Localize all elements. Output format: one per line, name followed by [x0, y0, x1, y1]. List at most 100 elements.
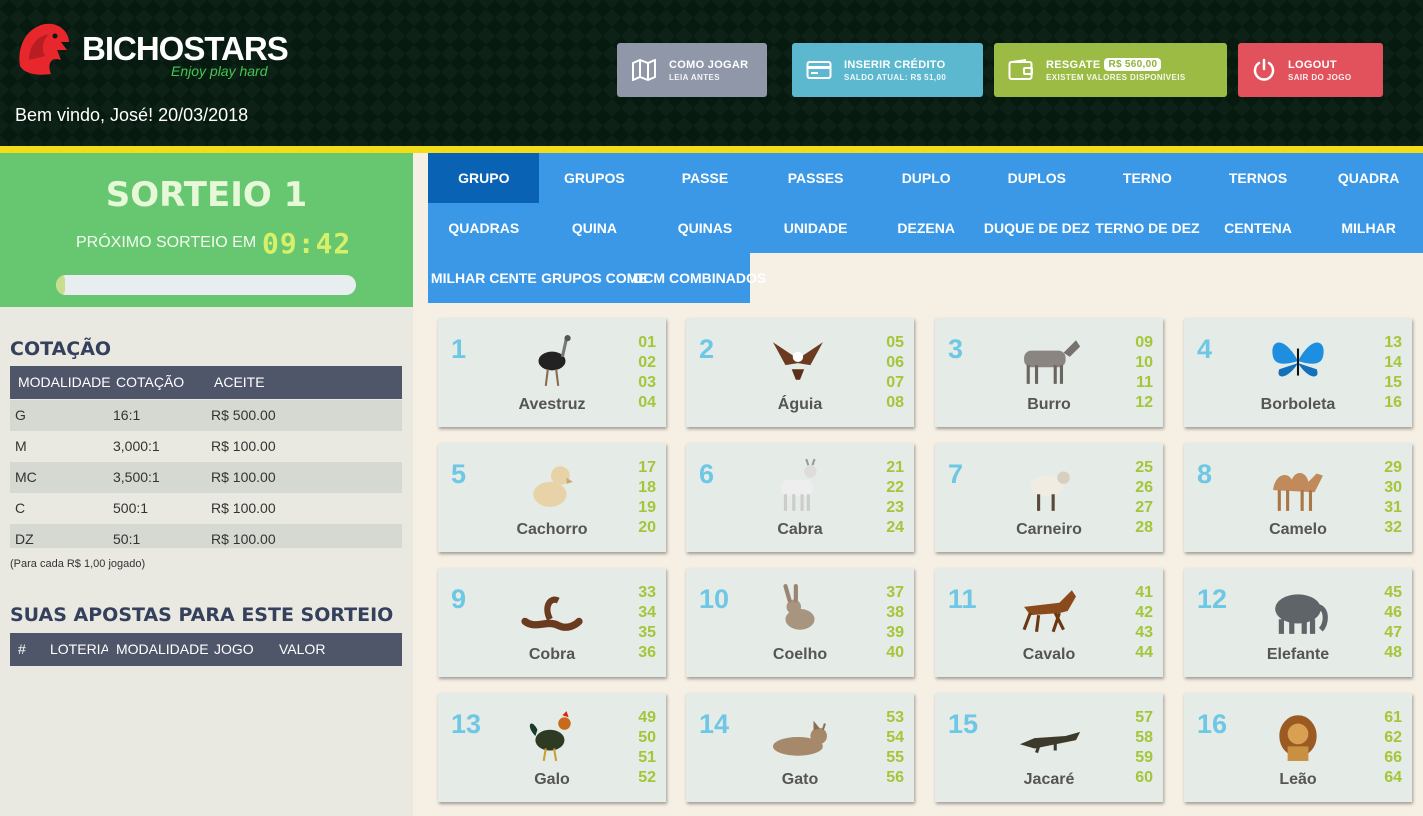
- logo-icon[interactable]: [15, 20, 73, 78]
- tab-dezena[interactable]: DEZENA: [870, 203, 982, 253]
- dezena: 02: [638, 354, 656, 371]
- tab-ternos[interactable]: TERNOS: [1202, 153, 1314, 203]
- dezena: 27: [1135, 499, 1153, 516]
- animal-number: 9: [451, 584, 467, 614]
- dezena: 25: [1135, 459, 1153, 476]
- tab-duque-de-dez[interactable]: DUQUE DE DEZ: [981, 203, 1093, 253]
- animal-card-jacare[interactable]: 15 57 58 59 60 Jacaré: [935, 693, 1163, 802]
- dezena: 47: [1384, 624, 1402, 641]
- tab-terno[interactable]: TERNO: [1091, 153, 1204, 203]
- elephant-icon: [1275, 594, 1328, 634]
- animal-number: 14: [699, 709, 730, 739]
- tab-dcm-combinados[interactable]: DCM COMBINADOS: [633, 253, 766, 303]
- table-row: C 500:1 R$ 100.00: [10, 493, 402, 524]
- how-to-play-button[interactable]: COMO JOGAR LEIA ANTES: [617, 43, 767, 97]
- col-cotacao: COTAÇÃO: [116, 374, 185, 390]
- dezena: 21: [886, 459, 904, 476]
- animal-card-aguia[interactable]: 2 05 06 07 08 Águia: [686, 318, 914, 427]
- tab-centena[interactable]: CENTENA: [1202, 203, 1314, 253]
- bets-table-header: # LOTERIA MODALIDADE JOGO VALOR: [10, 633, 402, 666]
- tab-grupo[interactable]: GRUPO: [428, 153, 540, 203]
- dezena: 22: [886, 479, 904, 496]
- animal-card-galo[interactable]: 13 49 50 51 52 Galo: [438, 693, 666, 802]
- dezena: 38: [886, 604, 904, 621]
- rooster-icon: [529, 711, 571, 762]
- animal-card-cachorro[interactable]: 5 17 18 19 20 Cachorro: [438, 443, 666, 552]
- cell-aceite: R$ 100.00: [211, 438, 276, 454]
- animal-card-gato[interactable]: 14 53 54 55 56 Gato: [686, 693, 914, 802]
- dezena: 55: [886, 749, 904, 766]
- credit-card-icon: [806, 61, 832, 79]
- camel-icon: [1273, 472, 1323, 511]
- tab-quinas[interactable]: QUINAS: [649, 203, 761, 253]
- table-row: MC 3,500:1 R$ 100.00: [10, 462, 402, 493]
- tab-milhar-cente[interactable]: MILHAR CENTE: [428, 253, 540, 303]
- animal-number: 15: [948, 709, 979, 739]
- tab-passe[interactable]: PASSE: [649, 153, 761, 203]
- tab-milhar[interactable]: MILHAR: [1312, 203, 1423, 253]
- eagle-icon: [773, 342, 823, 380]
- dezena: 51: [638, 749, 656, 766]
- dezena: 09: [1135, 334, 1153, 351]
- animal-card-carneiro[interactable]: 7 25 26 27 28 Carneiro: [935, 443, 1163, 552]
- dezena: 43: [1135, 624, 1153, 641]
- animal-number: 8: [1197, 459, 1213, 489]
- dezena: 01: [638, 334, 656, 351]
- tab-unidade[interactable]: UNIDADE: [759, 203, 872, 253]
- dezena: 50: [638, 729, 656, 746]
- cell-modalidade: DZ: [15, 531, 34, 547]
- tab-quina[interactable]: QUINA: [538, 203, 651, 253]
- countdown-timer: 09:42: [262, 227, 352, 260]
- tab-duplos[interactable]: DUPLOS: [981, 153, 1093, 203]
- animal-number: 6: [699, 459, 715, 489]
- logout-button[interactable]: LOGOUT SAIR DO JOGO: [1238, 43, 1383, 97]
- tab-grupos[interactable]: GRUPOS: [538, 153, 651, 203]
- animal-card-borboleta[interactable]: 4 13 14 15 16 Borboleta: [1184, 318, 1412, 427]
- col-bet-modalidade: MODALIDADE: [116, 641, 209, 657]
- tab-quadras[interactable]: QUADRAS: [428, 203, 540, 253]
- insert-credit-button[interactable]: INSERIR CRÉDITO SALDO ATUAL: R$ 51,00: [792, 43, 983, 97]
- lion-icon: [1279, 715, 1317, 761]
- cotacao-title: COTAÇÃO: [10, 338, 112, 360]
- animal-card-avestruz[interactable]: 1 01 02 03 04 Avestruz: [438, 318, 666, 427]
- animal-name: Coelho: [772, 646, 828, 663]
- animal-card-cobra[interactable]: 9 33 34 35 36 Cobra: [438, 568, 666, 677]
- sheep-icon: [1030, 471, 1070, 511]
- dog-icon: [533, 466, 573, 507]
- dezena: 05: [886, 334, 904, 351]
- dezena: 03: [638, 374, 656, 391]
- animal-name: Borboleta: [1260, 396, 1336, 413]
- next-draw-label: PRÓXIMO SORTEIO EM: [76, 234, 257, 251]
- dezena: 49: [638, 709, 656, 726]
- animal-number: 4: [1197, 334, 1213, 364]
- dezena: 13: [1384, 334, 1402, 351]
- dezena: 26: [1135, 479, 1153, 496]
- tab-duplo[interactable]: DUPLO: [870, 153, 982, 203]
- tab-terno-de-dez[interactable]: TERNO DE DEZ: [1091, 203, 1204, 253]
- redeem-button[interactable]: RESGATE R$ 560,00 EXISTEM VALORES DISPONÍV…: [994, 43, 1227, 97]
- animal-card-cabra[interactable]: 6 21 22 23 24 Cabra: [686, 443, 914, 552]
- dezena: 17: [638, 459, 656, 476]
- col-modalidade: MODALIDADE: [18, 374, 111, 390]
- dezena: 46: [1384, 604, 1402, 621]
- ostrich-icon: [538, 335, 571, 387]
- animal-number: 7: [948, 459, 964, 489]
- dezena: 42: [1135, 604, 1153, 621]
- tab-passes[interactable]: PASSES: [759, 153, 872, 203]
- cell-aceite: R$ 100.00: [211, 500, 276, 516]
- animal-number: 13: [451, 709, 482, 739]
- bets-title: SUAS APOSTAS PARA ESTE SORTEIO: [10, 604, 394, 626]
- animal-card-elefante[interactable]: 12 45 46 47 48 Elefante: [1184, 568, 1412, 677]
- cotacao-note: (Para cada R$ 1,00 jogado): [10, 558, 146, 570]
- cell-cotacao: 50:1: [113, 531, 141, 547]
- tab-quadra[interactable]: QUADRA: [1312, 153, 1423, 203]
- animal-card-burro[interactable]: 3 09 10 11 12 Burro: [935, 318, 1163, 427]
- animal-card-coelho[interactable]: 10 37 38 39 40 Coelho: [686, 568, 914, 677]
- animal-card-camelo[interactable]: 8 29 30 31 32 Camelo: [1184, 443, 1412, 552]
- dezena: 61: [1384, 709, 1402, 726]
- col-aceite: ACEITE: [214, 374, 265, 390]
- animal-card-cavalo[interactable]: 11 41 42 43 44 Cavalo: [935, 568, 1163, 677]
- animal-name: Cavalo: [1022, 646, 1076, 663]
- cell-cotacao: 3,500:1: [113, 469, 160, 485]
- animal-card-leao[interactable]: 16 61 62 66 64 Leão: [1184, 693, 1412, 802]
